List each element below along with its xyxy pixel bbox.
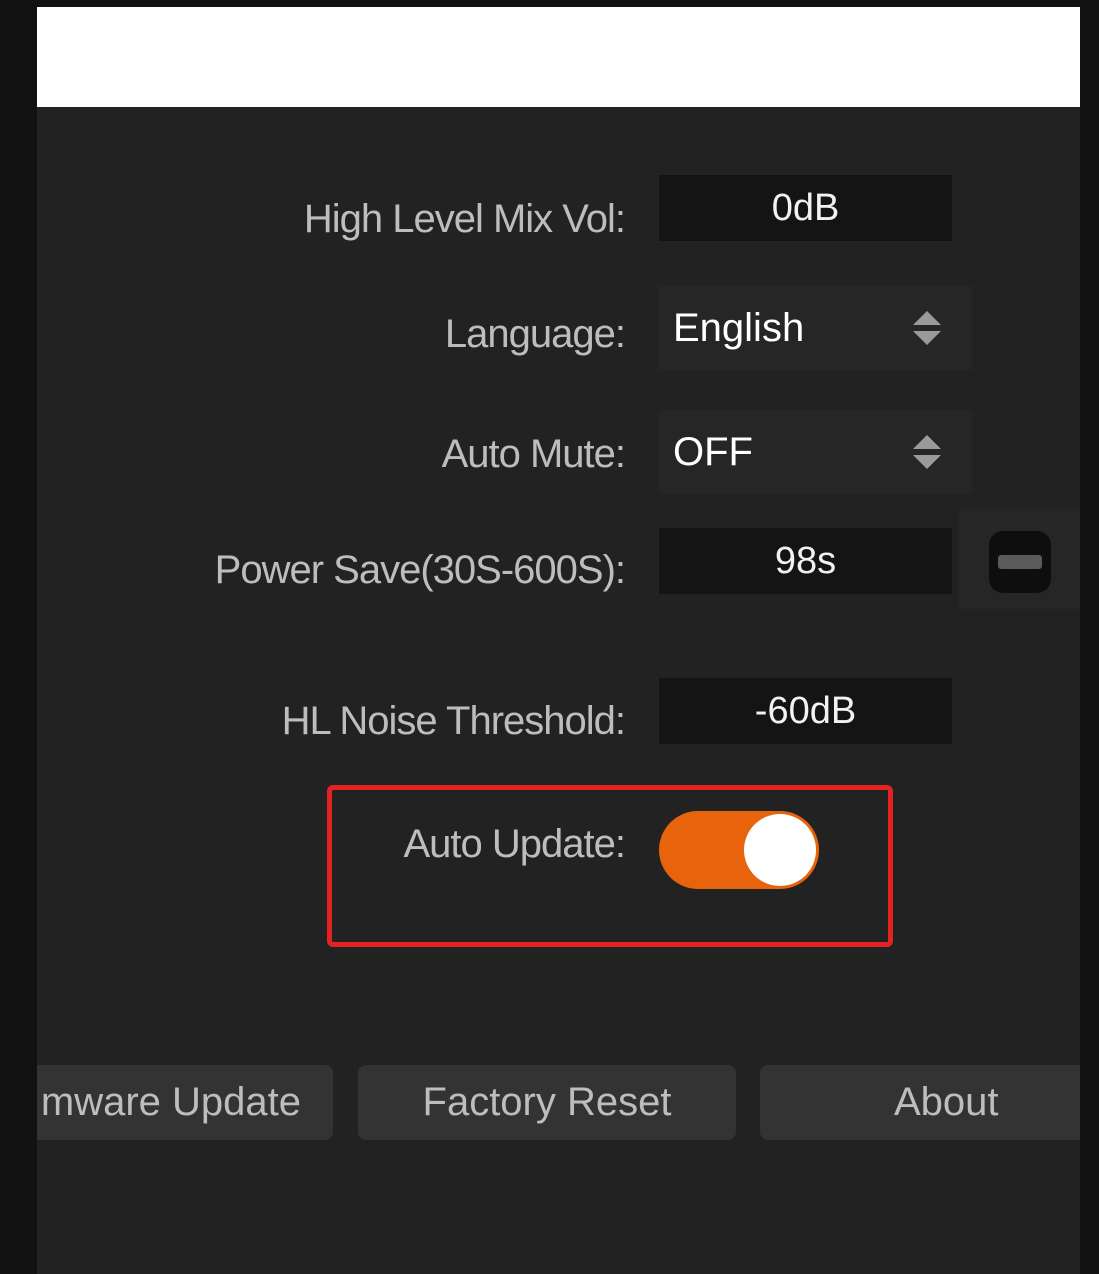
power-save-stepper	[959, 509, 1080, 609]
firmware-update-button[interactable]: mware Update	[37, 1065, 333, 1140]
arrow-down-icon[interactable]	[913, 331, 941, 345]
arrow-down-icon[interactable]	[913, 455, 941, 469]
hl-noise-threshold-label: HL Noise Threshold:	[281, 699, 626, 743]
high-level-mix-vol-input[interactable]: 0dB	[659, 175, 952, 241]
power-save-label: Power Save(30S-600S):	[214, 548, 626, 592]
language-label: Language:	[444, 312, 626, 356]
language-spin-arrows-icon[interactable]	[912, 311, 942, 345]
high-level-mix-vol-label: High Level Mix Vol:	[303, 197, 626, 241]
decrement-button[interactable]	[989, 531, 1051, 593]
auto-mute-spin-arrows-icon[interactable]	[912, 435, 942, 469]
power-save-input[interactable]: 98s	[659, 528, 952, 594]
arrow-up-icon[interactable]	[913, 311, 941, 325]
minus-icon	[998, 555, 1042, 569]
auto-mute-select[interactable]: OFF	[659, 410, 972, 494]
header-bar	[37, 7, 1080, 107]
settings-panel: High Level Mix Vol: 0dB Language: Englis…	[37, 7, 1080, 1274]
hl-noise-threshold-input[interactable]: -60dB	[659, 678, 952, 744]
about-button[interactable]: About	[760, 1065, 1080, 1140]
auto-mute-value: OFF	[673, 429, 753, 474]
factory-reset-button[interactable]: Factory Reset	[358, 1065, 736, 1140]
auto-mute-label: Auto Mute:	[441, 432, 626, 476]
arrow-up-icon[interactable]	[913, 435, 941, 449]
language-select[interactable]: English	[659, 286, 972, 370]
auto-update-toggle[interactable]	[659, 811, 819, 889]
language-value: English	[673, 305, 805, 350]
toggle-knob	[744, 814, 816, 886]
auto-update-label: Auto Update:	[403, 822, 626, 866]
